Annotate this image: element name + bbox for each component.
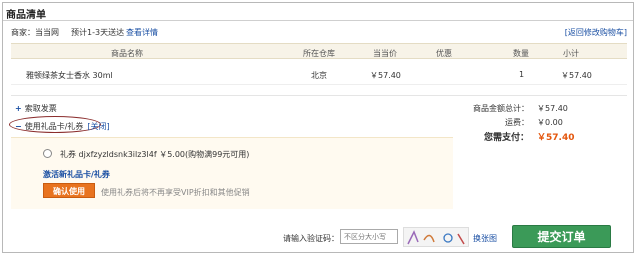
confirm-use-button[interactable]: 确认使用 (43, 183, 95, 198)
back-to-cart-link[interactable]: [返回修改购物车] (565, 27, 627, 38)
coupon-radio[interactable] (43, 149, 52, 158)
total-value: ￥57.40 (537, 104, 568, 113)
captcha-glyphs (407, 230, 465, 245)
product-warehouse: 北京 (311, 71, 327, 80)
minus-icon: − (15, 122, 22, 131)
col-header-subtotal: 小计 (563, 49, 579, 58)
divider (11, 95, 627, 96)
product-price: ￥57.40 (370, 71, 401, 80)
col-header-warehouse: 所在仓库 (303, 49, 335, 58)
pay-row: 您需支付： ￥57.40 (484, 130, 583, 143)
merchant-info-row: 商家：当当网 预计1-3天送达 查看详情 [返回修改购物车] (11, 27, 631, 39)
table-row: 雅顿绿茶女士香水 30ml 北京 ￥57.40 1 ￥57.40 (11, 63, 627, 85)
title-bar: 商品清单 (3, 3, 633, 21)
gift-card-label: 使用礼品卡/礼券 (24, 122, 84, 131)
gift-card-option[interactable]: − 使用礼品卡/礼券 [关闭] (15, 121, 110, 132)
invoice-option[interactable]: + 索取发票 (15, 103, 57, 114)
total-label: 商品金额总计： (473, 104, 529, 113)
shipping-value: ￥0.00 (537, 118, 563, 127)
pay-value: ￥57.40 (537, 133, 575, 143)
merchant-label: 商家：当当网 (11, 28, 59, 37)
refresh-captcha-link[interactable]: 换张图 (473, 233, 497, 244)
col-header-price: 当当价 (373, 49, 397, 58)
page-title: 商品清单 (6, 10, 46, 21)
product-name[interactable]: 雅顿绿茶女士香水 30ml (26, 70, 113, 81)
shipping-row: 运费： ￥0.00 (505, 117, 583, 128)
captcha-input[interactable] (340, 229, 398, 244)
activate-gift-link[interactable]: 激活新礼品卡/礼券 (43, 169, 110, 180)
shipping-label: 运费： (505, 118, 529, 127)
gift-coupon-item[interactable]: 礼券 djxfzyzldsnk3ilz3l4f ￥5.00(购物满99元可用) (43, 149, 249, 160)
coupon-text: 礼券 djxfzyzldsnk3ilz3l4f ￥5.00(购物满99元可用) (60, 150, 250, 159)
checkout-frame: 商品清单 商家：当当网 预计1-3天送达 查看详情 [返回修改购物车] 商品名称… (2, 2, 634, 253)
product-qty: 1 (519, 70, 525, 79)
submit-order-button[interactable]: 提交订单 (512, 225, 611, 248)
invoice-label: 索取发票 (24, 104, 57, 113)
table-header: 商品名称 所在仓库 当当价 优惠 数量 小计 (11, 43, 627, 59)
col-header-name: 商品名称 (111, 49, 143, 58)
total-row: 商品金额总计： ￥57.40 (473, 103, 583, 114)
details-link[interactable]: 查看详情 (126, 27, 158, 38)
eta-text: 预计1-3天送达 (71, 28, 125, 37)
col-header-discount: 优惠 (436, 49, 452, 58)
plus-icon: + (15, 104, 22, 113)
captcha-label: 请输入验证码： (283, 234, 339, 243)
captcha-image (403, 227, 469, 247)
pay-label: 您需支付： (483, 133, 529, 143)
col-header-qty: 数量 (513, 49, 529, 58)
use-hint-text: 使用礼券后将不再享受VIP折扣和其他促销 (101, 188, 250, 197)
product-subtotal: ￥57.40 (561, 71, 592, 80)
close-gift-link[interactable]: [关闭] (87, 122, 109, 131)
